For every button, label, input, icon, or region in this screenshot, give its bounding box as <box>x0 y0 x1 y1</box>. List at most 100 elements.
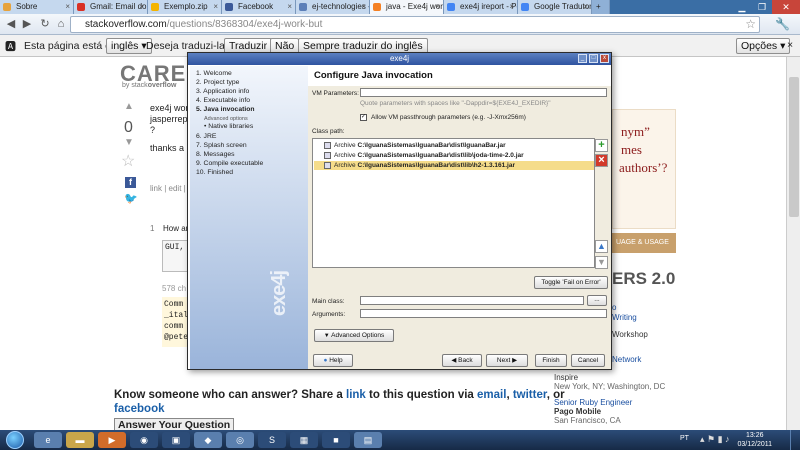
close-infobar-icon[interactable]: × <box>787 39 793 51</box>
tab-exemplo-zip[interactable]: Exemplo.zip × <box>148 0 222 14</box>
back-arrow-icon[interactable]: ◀ <box>4 17 18 31</box>
close-tab-icon[interactable]: × <box>213 0 218 14</box>
job-line[interactable]: o <box>612 303 616 312</box>
favorite-star-icon[interactable]: ☆ <box>121 151 135 171</box>
step-java-invocation[interactable]: 5. Java invocation <box>196 106 255 113</box>
back-button[interactable]: ◀ Back <box>442 354 482 367</box>
book-ad[interactable]: nym” mes authors’? <box>612 109 676 229</box>
dialog-close-icon[interactable]: x <box>600 54 609 63</box>
close-tab-icon[interactable]: × <box>583 0 588 14</box>
tab-facebook[interactable]: Facebook × <box>222 0 296 14</box>
dialog-titlebar[interactable]: exe4j _ □ x <box>188 53 611 65</box>
share-facebook-link[interactable]: facebook <box>114 403 165 415</box>
vm-params-input[interactable] <box>360 88 607 97</box>
tab-gmail[interactable]: Gmail: Email do Go× <box>74 0 148 14</box>
step-project-type[interactable]: 2. Project type <box>196 79 239 86</box>
dialog-minimize-icon[interactable]: _ <box>578 54 587 63</box>
advanced-options-button[interactable]: ▼ Advanced Options <box>314 329 394 342</box>
step-welcome[interactable]: 1. Welcome <box>196 70 232 77</box>
close-tab-icon[interactable]: × <box>287 0 292 14</box>
classpath-entry[interactable]: Archive C:\IguanaSistemas\IguanaBar\dist… <box>314 141 594 150</box>
step-native-libraries[interactable]: • Native libraries <box>204 123 253 130</box>
forward-arrow-icon[interactable]: ▶ <box>20 17 34 31</box>
home-icon[interactable]: ⌂ <box>54 17 68 31</box>
bookmark-star-icon[interactable]: ☆ <box>745 17 756 31</box>
share-email-link[interactable]: email <box>477 389 506 401</box>
step-splash-screen[interactable]: 7. Splash screen <box>196 142 247 149</box>
downvote-arrow-icon[interactable]: ▼ <box>124 137 134 148</box>
tab-stackoverflow[interactable]: java - Exe4j work, b× <box>370 0 444 14</box>
main-class-input[interactable] <box>360 296 584 305</box>
reload-icon[interactable]: ↻ <box>38 17 52 31</box>
answer-question-button[interactable]: Answer Your Question <box>114 418 235 430</box>
language-indicator[interactable]: PT <box>680 435 689 442</box>
toggle-fail-on-error-button[interactable]: Toggle 'Fail on Error' <box>534 276 608 289</box>
cancel-button[interactable]: Cancel <box>571 354 605 367</box>
step-compile-executable[interactable]: 9. Compile executable <box>196 160 263 167</box>
close-tab-icon[interactable]: × <box>139 0 144 14</box>
post-links[interactable]: link | edit | <box>150 184 186 193</box>
minimize-icon[interactable]: ▁ <box>732 0 752 14</box>
share-link[interactable]: link <box>346 389 366 401</box>
help-button[interactable]: ● Help <box>313 354 353 367</box>
tab-google-tradutor[interactable]: Google Tradutor × <box>518 0 592 14</box>
step-messages[interactable]: 8. Messages <box>196 151 235 158</box>
system-clock[interactable]: 13:26 03/12/2011 <box>737 431 772 449</box>
address-bar[interactable]: stackoverflow.com/questions/8368304/exe4… <box>70 16 760 33</box>
close-tab-icon[interactable]: × <box>65 0 70 14</box>
upvote-arrow-icon[interactable]: ▲ <box>124 101 134 112</box>
job-line[interactable]: Writing <box>612 313 637 322</box>
add-classpath-icon[interactable]: + <box>595 139 608 152</box>
move-up-icon[interactable]: ▲ <box>595 240 608 253</box>
new-tab-button[interactable]: + <box>592 0 610 14</box>
close-window-icon[interactable]: ✕ <box>772 0 800 14</box>
dialog-maximize-icon[interactable]: □ <box>589 54 598 63</box>
step-application-info[interactable]: 3. Application info <box>196 88 249 95</box>
folder-icon[interactable]: ▬ <box>66 432 94 448</box>
ireport-icon[interactable]: ■ <box>322 432 350 448</box>
classpath-entry-selected[interactable]: Archive C:\IguanaSistemas\IguanaBar\dist… <box>314 161 594 170</box>
close-tab-icon[interactable]: × <box>361 0 366 14</box>
allow-passthrough-checkbox[interactable]: ✓ <box>360 114 367 121</box>
twitter-share-icon[interactable]: 🐦 <box>124 192 138 205</box>
tab-sobre[interactable]: Sobre × <box>0 0 74 14</box>
step-jre[interactable]: 6. JRE <box>196 133 216 140</box>
close-tab-icon[interactable]: × <box>509 0 514 14</box>
skype-icon[interactable]: S <box>258 432 286 448</box>
book-ad-footer[interactable]: UAGE & USAGE <box>612 233 676 253</box>
show-desktop-button[interactable] <box>790 430 800 450</box>
next-button[interactable]: Next ▶ <box>486 354 528 367</box>
classpath-entry[interactable]: Archive C:\IguanaSistemas\IguanaBar\dist… <box>314 151 594 160</box>
tray-icons[interactable]: ▴ ⚑ ▮ ♪ <box>700 434 730 445</box>
move-down-icon[interactable]: ▼ <box>595 256 608 269</box>
finish-button[interactable]: Finish <box>535 354 567 367</box>
ie-icon[interactable]: e <box>34 432 62 448</box>
classpath-list[interactable]: Archive C:\IguanaSistemas\IguanaBar\dist… <box>312 138 595 268</box>
chrome-icon[interactable]: ◎ <box>226 432 254 448</box>
wrench-menu-icon[interactable]: 🔧 <box>775 17 790 31</box>
start-button[interactable] <box>6 431 24 449</box>
language-select[interactable]: inglês ▾ <box>106 38 152 54</box>
page-scrollbar[interactable] <box>786 57 800 430</box>
tab-google-search[interactable]: exe4j ireport - Pesq× <box>444 0 518 14</box>
options-button[interactable]: Opções ▾ <box>736 38 791 54</box>
scrollbar-thumb[interactable] <box>789 77 799 217</box>
media-player-icon[interactable]: ▶ <box>98 432 126 448</box>
maximize-icon[interactable]: ❐ <box>752 0 772 14</box>
virtualbox-icon[interactable]: ◆ <box>194 432 222 448</box>
job-line[interactable]: Network <box>612 355 641 364</box>
arguments-input[interactable] <box>360 309 607 318</box>
exe4j-taskbar-icon[interactable]: ▤ <box>354 432 382 448</box>
tab-ej-technologies[interactable]: ej-technologies - Ja× <box>296 0 370 14</box>
step-finished[interactable]: 10. Finished <box>196 169 233 176</box>
netbeans-icon[interactable]: ▦ <box>290 432 318 448</box>
remove-classpath-icon[interactable]: × <box>595 154 608 167</box>
share-twitter-link[interactable]: twitter <box>513 389 547 401</box>
job-title-link[interactable]: Senior Ruby Engineer <box>554 398 632 407</box>
firefox-icon[interactable]: ◉ <box>130 432 158 448</box>
close-tab-icon[interactable]: × <box>435 0 440 14</box>
browse-main-class-button[interactable]: ... <box>587 295 607 306</box>
cmd-icon[interactable]: ▣ <box>162 432 190 448</box>
facebook-share-icon[interactable]: f <box>125 177 136 188</box>
step-executable-info[interactable]: 4. Executable info <box>196 97 250 104</box>
